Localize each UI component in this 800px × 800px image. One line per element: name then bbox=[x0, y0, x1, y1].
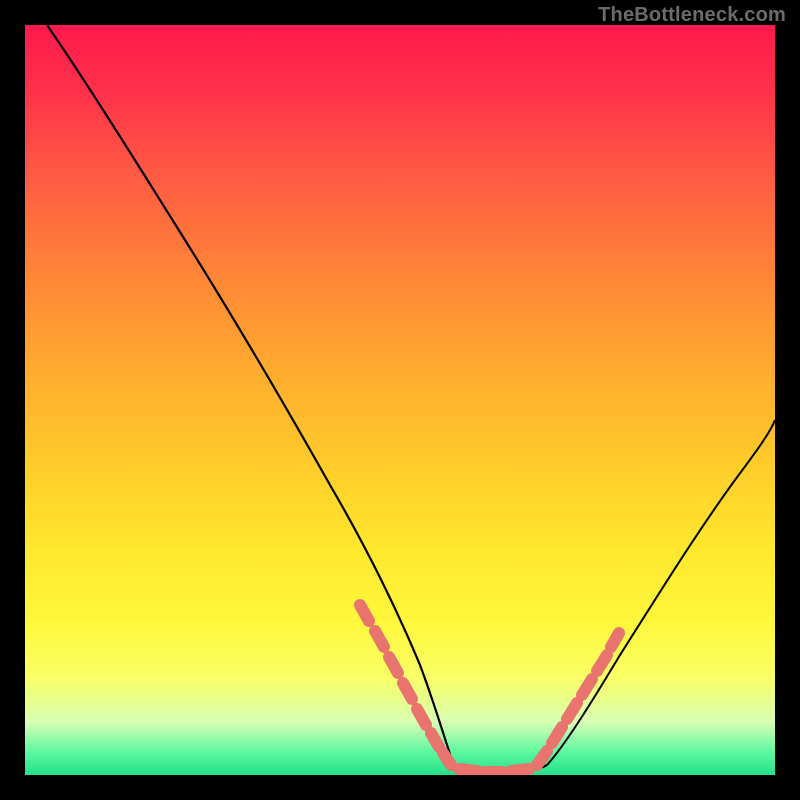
gradient-plot-area bbox=[25, 25, 775, 775]
branding-watermark: TheBottleneck.com bbox=[598, 4, 786, 27]
image-frame: TheBottleneck.com bbox=[0, 0, 800, 800]
